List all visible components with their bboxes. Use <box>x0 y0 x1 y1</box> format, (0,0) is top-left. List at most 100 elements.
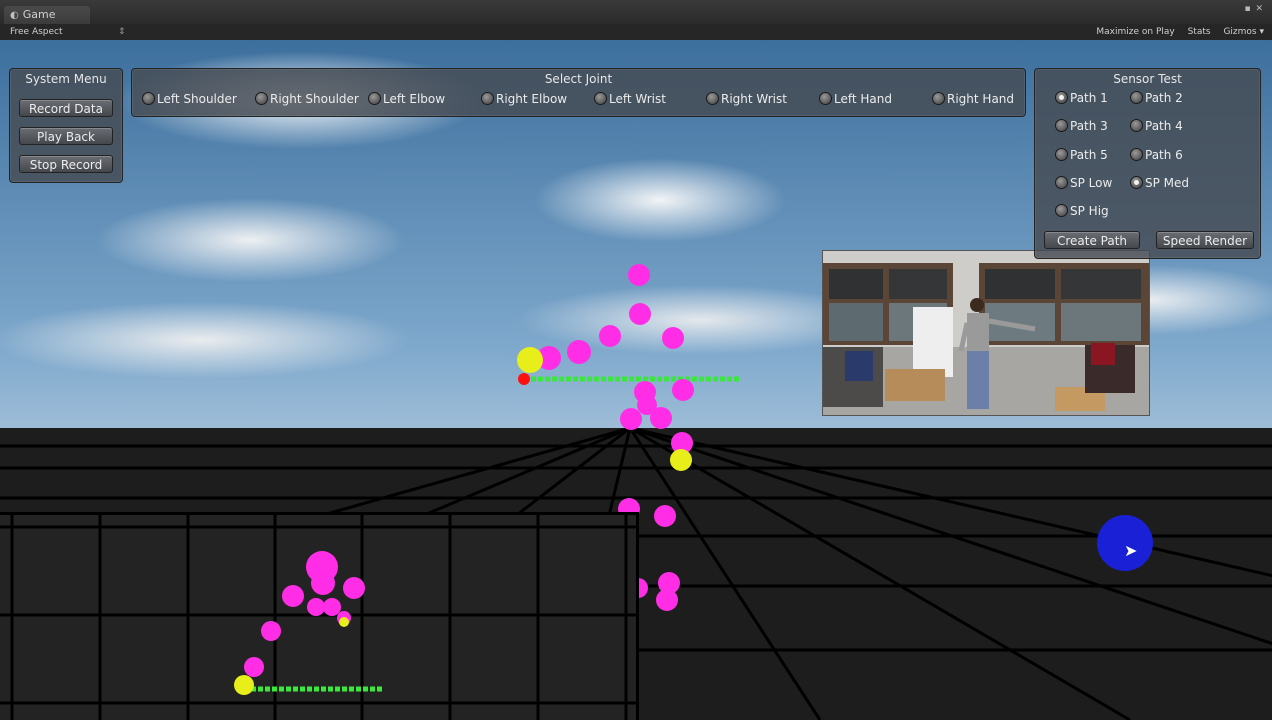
option-label: SP Low <box>1070 176 1113 190</box>
path-3-radio[interactable]: Path 3 <box>1055 118 1108 134</box>
select-joint-panel: Select Joint Left Shoulder Right Shoulde… <box>131 68 1026 117</box>
option-label: SP Med <box>1145 176 1190 190</box>
radio-dot <box>1055 148 1068 161</box>
speed-med-radio[interactable]: SP Med <box>1130 175 1189 191</box>
radio-dot-selected <box>1130 176 1143 189</box>
joint-radio-left-shoulder[interactable]: Left Shoulder <box>142 91 237 107</box>
aspect-dropdown[interactable]: Free Aspect <box>10 24 63 40</box>
speed-high-radio[interactable]: SP Hig <box>1055 203 1109 219</box>
joint-radio-left-wrist[interactable]: Left Wrist <box>594 91 666 107</box>
joint-right-foot <box>656 589 678 611</box>
maximize-on-play-toggle[interactable]: Maximize on Play <box>1096 27 1174 37</box>
option-label: Path 4 <box>1145 119 1183 133</box>
speed-low-radio[interactable]: SP Low <box>1055 175 1112 191</box>
joint-right-shoulder <box>662 327 684 349</box>
option-label: Path 2 <box>1145 91 1183 105</box>
option-label: Path 3 <box>1070 119 1108 133</box>
minimap-joint-right-hand-highlight <box>339 617 349 627</box>
path-2-radio[interactable]: Path 2 <box>1130 90 1183 106</box>
minimap-joint-left-hand-highlight <box>234 675 254 695</box>
radio-dot <box>255 92 268 105</box>
kinect-camera-feed <box>822 250 1150 416</box>
joint-label: Right Wrist <box>721 92 787 106</box>
path-5-radio[interactable]: Path 5 <box>1055 147 1108 163</box>
minimap-joint-left-wrist <box>244 657 264 677</box>
gizmos-dropdown[interactable]: Gizmos ▾ <box>1223 27 1264 37</box>
joint-neck <box>629 303 651 325</box>
path-origin-point <box>518 373 530 385</box>
stop-record-button[interactable]: Stop Record <box>19 155 113 173</box>
sensor-test-title: Sensor Test <box>1113 72 1182 86</box>
joint-label: Left Elbow <box>383 92 446 106</box>
joint-left-shoulder <box>599 325 621 347</box>
radio-dot <box>706 92 719 105</box>
joint-radio-left-hand[interactable]: Left Hand <box>819 91 892 107</box>
create-path-button[interactable]: Create Path <box>1044 231 1140 249</box>
minimap-grid <box>0 515 636 720</box>
select-joint-title: Select Joint <box>544 72 613 86</box>
window-controls[interactable]: ▪ ✕ <box>1244 4 1264 14</box>
joint-label: Left Wrist <box>609 92 666 106</box>
game-toolbar: Free Aspect ⇕ Maximize on Play Stats Giz… <box>0 24 1272 41</box>
radio-dot-selected <box>1055 91 1068 104</box>
option-label: Path 5 <box>1070 148 1108 162</box>
tab-game[interactable]: ◐ Game <box>4 6 90 24</box>
top-view-minimap <box>0 512 639 720</box>
stats-toggle[interactable]: Stats <box>1188 27 1211 37</box>
radio-dot <box>481 92 494 105</box>
radio-dot <box>819 92 832 105</box>
minimap-joint-right-shoulder <box>343 577 365 599</box>
sensor-test-panel: Sensor Test Path 1 Path 2 Path 3 Path 4 … <box>1034 68 1261 259</box>
option-label: Path 6 <box>1145 148 1183 162</box>
game-viewport[interactable]: System Menu Record Data Play Back Stop R… <box>0 40 1272 720</box>
path-1-radio[interactable]: Path 1 <box>1055 90 1108 106</box>
minimap-joint-neck <box>311 571 335 595</box>
radio-dot <box>1130 148 1143 161</box>
radio-dot <box>1055 119 1068 132</box>
joint-head <box>628 264 650 286</box>
radio-dot <box>594 92 607 105</box>
system-menu-title: System Menu <box>25 72 107 86</box>
joint-label: Right Elbow <box>496 92 568 106</box>
joint-right-hand-highlight <box>670 449 692 471</box>
speed-render-button[interactable]: Speed Render <box>1156 231 1254 249</box>
radio-dot <box>1130 91 1143 104</box>
option-label: Path 1 <box>1070 91 1108 105</box>
radio-dot <box>932 92 945 105</box>
joint-label: Right Shoulder <box>270 92 359 106</box>
record-data-button[interactable]: Record Data <box>19 99 113 117</box>
joint-left-elbow <box>567 340 591 364</box>
joint-label: Left Shoulder <box>157 92 237 106</box>
radio-dot <box>142 92 155 105</box>
joint-right-hip <box>650 407 672 429</box>
camera-feed-image <box>823 251 1149 415</box>
minimap-joint-left-shoulder <box>282 585 304 607</box>
option-label: SP Hig <box>1070 204 1109 218</box>
pointer-arrow-icon: ➤ <box>1124 541 1138 560</box>
unity-icon: ◐ <box>10 10 19 21</box>
joint-radio-right-hand[interactable]: Right Hand <box>932 91 1014 107</box>
radio-dot <box>368 92 381 105</box>
joint-right-knee <box>654 505 676 527</box>
joint-radio-right-shoulder[interactable]: Right Shoulder <box>255 91 359 107</box>
aspect-dropdown-arrow-icon[interactable]: ⇕ <box>118 24 126 40</box>
tab-game-label: Game <box>22 8 56 21</box>
radio-dot <box>1055 176 1068 189</box>
play-back-button[interactable]: Play Back <box>19 127 113 145</box>
joint-label: Right Hand <box>947 92 1015 106</box>
path-4-radio[interactable]: Path 4 <box>1130 118 1183 134</box>
path-6-radio[interactable]: Path 6 <box>1130 147 1183 163</box>
joint-right-elbow <box>672 379 694 401</box>
minimap-joint-spine <box>307 598 325 616</box>
minimap-joint-hip <box>323 598 341 616</box>
radio-dot <box>1055 204 1068 217</box>
joint-left-hip <box>620 408 642 430</box>
window-titlebar: ◐ Game ▪ ✕ <box>0 0 1272 24</box>
radio-dot <box>1130 119 1143 132</box>
joint-left-hand-highlight <box>517 347 543 373</box>
joint-radio-left-elbow[interactable]: Left Elbow <box>368 91 445 107</box>
joint-label: Left Hand <box>834 92 892 106</box>
minimap-joint-left-elbow <box>261 621 281 641</box>
joint-radio-right-elbow[interactable]: Right Elbow <box>481 91 567 107</box>
joint-radio-right-wrist[interactable]: Right Wrist <box>706 91 787 107</box>
